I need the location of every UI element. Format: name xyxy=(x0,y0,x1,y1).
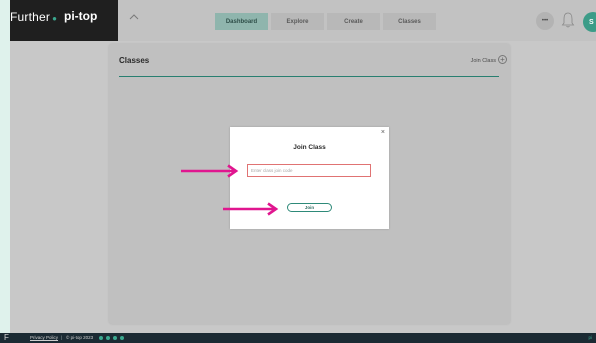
tab-classes[interactable]: Classes xyxy=(383,13,436,30)
avatar[interactable]: S xyxy=(583,12,596,32)
copyright-text: © pi-top 2023 xyxy=(66,335,94,340)
join-button[interactable]: Join xyxy=(287,203,332,212)
more-icon[interactable]: ••• xyxy=(536,12,554,30)
plus-icon[interactable]: + xyxy=(498,55,507,64)
top-bar: Further ● pi-top Dashboard Explore Create… xyxy=(10,0,596,41)
privacy-policy-link[interactable]: Privacy Policy xyxy=(30,335,58,340)
footer-logo: F xyxy=(4,333,9,342)
left-strip xyxy=(0,0,10,343)
tab-dashboard[interactable]: Dashboard xyxy=(215,13,268,30)
bell-icon[interactable] xyxy=(561,11,575,29)
social-links xyxy=(99,334,124,340)
annotation-arrow-icon xyxy=(181,164,239,178)
twitter-icon[interactable] xyxy=(106,336,110,340)
footer: F Privacy Policy | © pi-top 2023 pi xyxy=(0,333,596,343)
youtube-icon[interactable] xyxy=(120,336,124,340)
instagram-icon[interactable] xyxy=(99,336,103,340)
tab-explore[interactable]: Explore xyxy=(271,13,324,30)
brand-pitop-text: pi-top xyxy=(64,9,98,23)
footer-separator: | xyxy=(61,335,63,340)
close-icon[interactable]: × xyxy=(381,129,385,136)
brand-logo[interactable]: Further ● pi-top xyxy=(10,0,118,41)
modal-title: Join Class xyxy=(293,144,326,151)
class-code-input[interactable] xyxy=(247,164,371,177)
annotation-arrow-icon xyxy=(223,202,279,216)
brand-further-text: Further ● xyxy=(10,10,58,24)
join-class-link[interactable]: Join Class xyxy=(471,58,496,64)
chevron-up-icon[interactable] xyxy=(128,12,140,22)
tab-create[interactable]: Create xyxy=(327,13,380,30)
page-title: Classes xyxy=(119,56,150,65)
divider xyxy=(119,76,499,77)
facebook-icon[interactable] xyxy=(113,336,117,340)
footer-pi-label: pi xyxy=(588,335,592,340)
